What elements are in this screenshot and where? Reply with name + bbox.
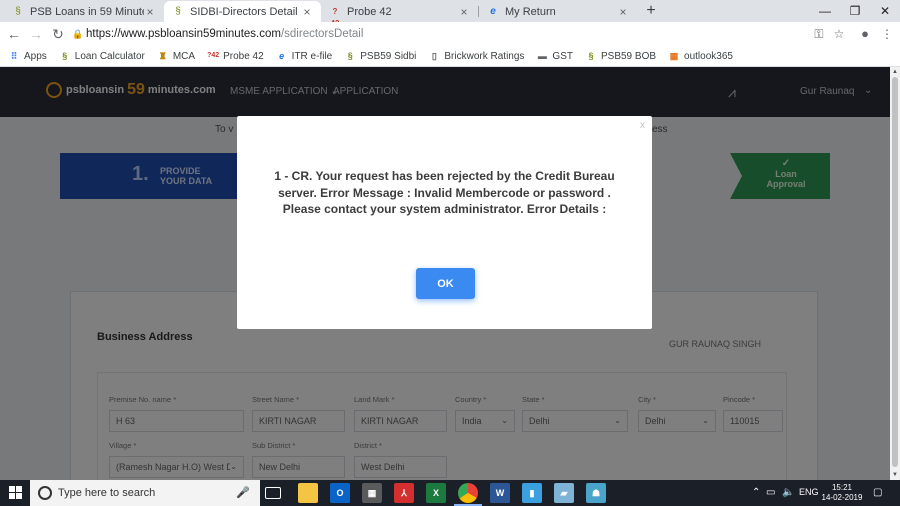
- key-icon[interactable]: ⚿: [810, 24, 828, 44]
- bookmark-outlook365[interactable]: ▦ outlook365: [668, 50, 733, 62]
- forward-arrow-icon[interactable]: →: [26, 24, 46, 44]
- document-icon: ▯: [431, 51, 437, 61]
- reload-icon[interactable]: ↻: [48, 24, 68, 44]
- page-scrollbar[interactable]: ▲ ▼: [890, 67, 900, 480]
- bookmark-gst[interactable]: ▬ GST: [536, 50, 573, 62]
- bookmarks-bar: ⠿ Apps § Loan Calculator ♜ MCA ?42 Probe 42 …: [0, 46, 900, 67]
- restore-button[interactable]: ❐: [840, 0, 870, 22]
- tab-sidbi-directors[interactable]: § SIDBI-Directors Detail ×: [164, 1, 321, 22]
- microphone-icon[interactable]: 🎤: [236, 486, 250, 499]
- windows-taskbar: Type here to search 🎤 O ▦ ⅄ X W ▮ ▰ ☗ ⌃ …: [0, 480, 900, 506]
- outlook-icon[interactable]: O: [330, 483, 350, 503]
- task-view-icon[interactable]: [265, 487, 281, 499]
- bookmark-star-icon[interactable]: ☆: [830, 24, 848, 44]
- psb-favicon-icon: §: [347, 51, 353, 61]
- system-clock[interactable]: 15:21 14-02-2019: [820, 483, 864, 503]
- tab-my-return[interactable]: e My Return ×: [479, 1, 637, 22]
- volume-icon[interactable]: 🔈: [782, 487, 794, 498]
- probe42-favicon-icon: ?42: [331, 6, 340, 28]
- chrome-icon[interactable]: [454, 483, 482, 506]
- psb-favicon-icon: §: [62, 51, 68, 61]
- office-icon: ▦: [669, 51, 679, 61]
- error-message: 1 - CR. Your request has been rejected b…: [274, 169, 615, 216]
- psb-favicon-icon: §: [175, 5, 181, 17]
- ie-favicon-icon: e: [490, 5, 496, 17]
- ie-favicon-icon: e: [279, 51, 285, 61]
- bookmark-label: Brickwork Ratings: [444, 50, 525, 62]
- close-icon[interactable]: ×: [617, 5, 629, 19]
- lock-icon: 🔒: [72, 28, 84, 39]
- pdf-reader-icon[interactable]: ⅄: [394, 483, 414, 503]
- bookmark-label: outlook365: [684, 50, 733, 62]
- tab-title: Probe 42: [347, 5, 392, 18]
- psb-favicon-icon: §: [588, 51, 594, 61]
- taskbar-search[interactable]: Type here to search 🎤: [30, 480, 260, 506]
- close-icon[interactable]: ×: [458, 5, 470, 19]
- excel-icon[interactable]: X: [426, 483, 446, 503]
- bookmark-label: PSB59 BOB: [600, 50, 657, 62]
- bookmark-probe42[interactable]: ?42 Probe 42: [207, 50, 264, 62]
- url-path: /sdirectorsDetail: [280, 28, 364, 40]
- bookmark-label: Probe 42: [223, 50, 264, 62]
- bookmark-loan-calculator[interactable]: § Loan Calculator: [59, 50, 145, 62]
- notification-icon[interactable]: ▢: [873, 487, 882, 498]
- bookmark-brickwork[interactable]: ▯ Brickwork Ratings: [428, 50, 525, 62]
- probe42-favicon-icon: ?42: [207, 52, 220, 59]
- tab-probe42[interactable]: ?42 Probe 42 ×: [321, 1, 478, 28]
- bookmark-psb59-bob[interactable]: § PSB59 BOB: [585, 50, 656, 62]
- apps-grid-icon: ⠿: [10, 51, 18, 61]
- address-bar[interactable]: 🔒 https://www.psbloansin59minutes.com/sd…: [72, 24, 852, 44]
- tray-chevron-up-icon[interactable]: ⌃: [752, 487, 760, 498]
- bookmark-mca[interactable]: ♜ MCA: [157, 50, 195, 62]
- window-close-button[interactable]: ✕: [870, 0, 900, 22]
- network-icon[interactable]: ▭: [766, 487, 775, 498]
- psb-favicon-icon: §: [15, 5, 21, 17]
- ok-button[interactable]: OK: [416, 268, 475, 299]
- error-dialog: x 1 - CR. Your request has been rejected…: [237, 116, 652, 329]
- new-tab-button[interactable]: +: [642, 2, 660, 20]
- tab-strip: § PSB Loans in 59 Minutes - Login × § SI…: [0, 0, 900, 28]
- bookmark-apps[interactable]: ⠿ Apps: [8, 50, 47, 62]
- tab-psb-login[interactable]: § PSB Loans in 59 Minutes - Login ×: [4, 1, 164, 22]
- bookmark-label: ITR e-file: [291, 50, 333, 62]
- bookmark-label: PSB59 Sidbi: [360, 50, 417, 62]
- clock-time: 15:21: [831, 483, 853, 492]
- mca-emblem-icon: ♜: [158, 51, 167, 61]
- minimize-button[interactable]: —: [810, 0, 840, 22]
- search-icon: [38, 486, 52, 500]
- gst-icon: ▬: [537, 51, 547, 61]
- tab-title: SIDBI-Directors Detail: [190, 5, 298, 18]
- bookmark-label: Loan Calculator: [74, 50, 145, 62]
- search-placeholder: Type here to search: [58, 487, 156, 499]
- browser-toolbar: ← → ↻ 🔒 https://www.psbloansin59minutes.…: [0, 22, 900, 46]
- scroll-down-icon[interactable]: ▼: [890, 470, 900, 480]
- tab-title: My Return: [505, 5, 556, 18]
- bookmark-label: GST: [552, 50, 573, 62]
- bookmark-label: MCA: [172, 50, 196, 62]
- calculator-icon[interactable]: ▦: [362, 483, 382, 503]
- close-icon[interactable]: ×: [301, 5, 313, 19]
- language-indicator[interactable]: ENG: [799, 487, 819, 497]
- bookmark-psb59-sidbi[interactable]: § PSB59 Sidbi: [344, 50, 417, 62]
- back-arrow-icon[interactable]: ←: [4, 24, 24, 44]
- windows-start-icon[interactable]: [9, 486, 23, 500]
- clock-date: 14-02-2019: [821, 493, 863, 502]
- word-icon[interactable]: W: [490, 483, 510, 503]
- profile-avatar-icon[interactable]: ●: [856, 24, 874, 44]
- scroll-up-icon[interactable]: ▲: [890, 67, 900, 77]
- app-document-icon[interactable]: ▰: [554, 483, 574, 503]
- bookmark-itr-efile[interactable]: e ITR e-file: [276, 50, 333, 62]
- file-explorer-icon[interactable]: [298, 483, 318, 503]
- app-blue-icon[interactable]: ▮: [522, 483, 542, 503]
- close-icon[interactable]: ×: [144, 5, 156, 19]
- url-domain: https://www.psbloansin59minutes.com: [86, 28, 281, 40]
- tab-title: PSB Loans in 59 Minutes - Login: [30, 5, 144, 18]
- menu-kebab-icon[interactable]: ⋮: [878, 24, 896, 44]
- close-icon[interactable]: x: [640, 120, 645, 131]
- app-people-icon[interactable]: ☗: [586, 483, 606, 503]
- scrollbar-thumb[interactable]: [892, 77, 898, 467]
- bookmark-label: Apps: [24, 50, 47, 62]
